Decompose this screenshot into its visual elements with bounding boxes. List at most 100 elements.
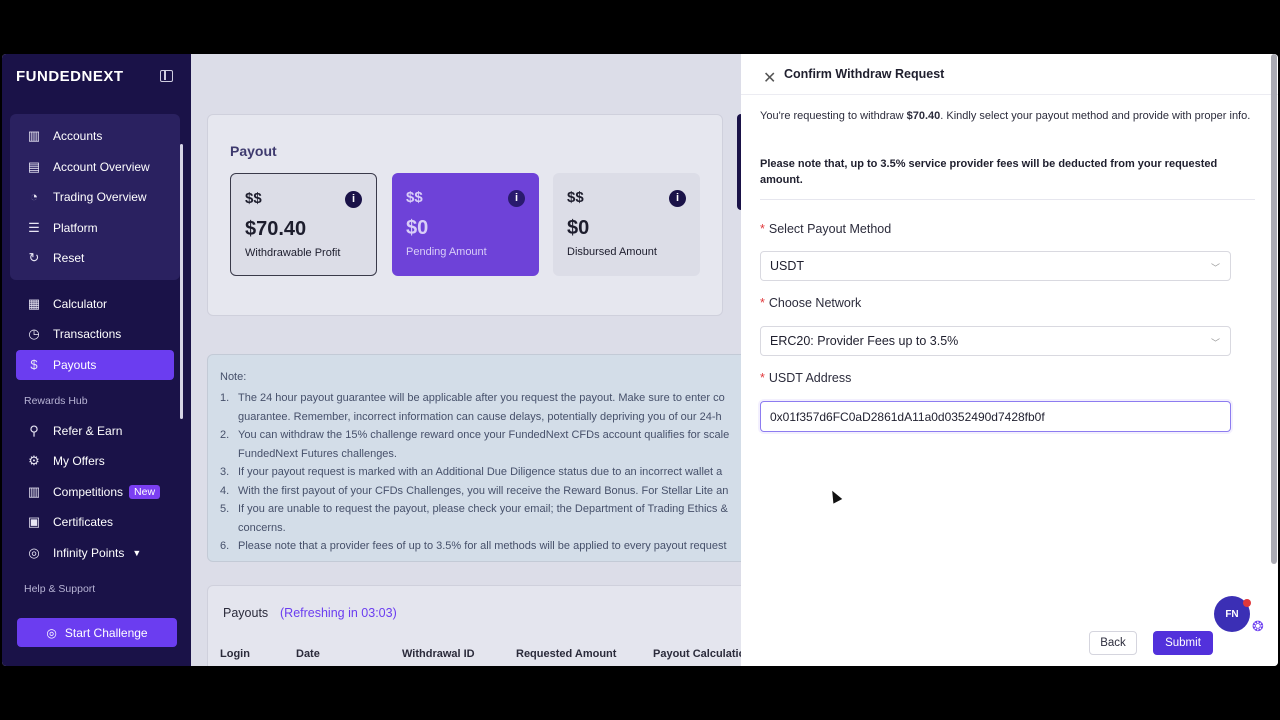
list-item: concerns.	[238, 521, 286, 534]
disbursed-amount-card: $$ i $0 Disbursed Amount	[553, 173, 700, 276]
brain-icon[interactable]: ❂	[1252, 618, 1264, 635]
info-icon[interactable]: i	[345, 191, 362, 208]
sidebar-item-trading-overview[interactable]: ◔ Trading Overview	[16, 182, 174, 212]
certificate-icon: ▣	[27, 514, 41, 529]
stat-amount: $0	[406, 217, 429, 239]
withdraw-drawer: ✕ Confirm Withdraw Request You're reques…	[741, 54, 1278, 666]
start-challenge-button[interactable]: ◎ Start Challenge	[17, 618, 177, 647]
sidebar-item-accounts[interactable]: ▥ Accounts	[16, 121, 174, 151]
note-box: Note: 1. The 24 hour payout guarantee wil…	[207, 354, 747, 562]
list-item: 2. You can withdraw the 15% challenge rew…	[220, 429, 730, 441]
main-content: Payout $$ i $70.40 Withdrawable Profit $…	[191, 54, 747, 666]
info-icon[interactable]: i	[508, 190, 525, 207]
sidebar-item-competitions[interactable]: ▥ Competitions New	[16, 477, 174, 507]
refresh-icon: ↻	[28, 250, 40, 265]
mouse-cursor	[827, 488, 843, 504]
sidebar-item-label: Refer & Earn	[53, 424, 123, 438]
chevron-down-icon: ﹀	[1210, 263, 1220, 273]
fee-warning: Please note that, up to 3.5% service pro…	[760, 158, 1218, 186]
dollar-icon: $	[30, 357, 38, 372]
sidebar-item-refer-earn[interactable]: ⚲ Refer & Earn	[16, 416, 174, 446]
submit-button[interactable]: Submit	[1153, 631, 1213, 655]
list-item: FundedNext Futures challenges.	[238, 447, 397, 460]
payout-method-select[interactable]: USDT ﹀	[760, 251, 1231, 281]
list-item: 3. If your payout request is marked with …	[220, 466, 723, 478]
sidebar-item-reset[interactable]: ↻ Reset	[16, 243, 174, 273]
sidebar-item-label: Payouts	[53, 358, 97, 372]
new-badge: New	[129, 485, 161, 499]
list-item: 1. The 24 hour payout guarantee will be a…	[220, 392, 725, 404]
sidebar: FUNDEDNEXT ▥ Accounts ▤ Account Overview ◔…	[2, 54, 191, 666]
list-item: 4. With the first payout of your CFDs Cha…	[220, 484, 729, 497]
drawer-scrollbar[interactable]	[1271, 54, 1277, 564]
withdraw-amount: $70.40	[906, 110, 941, 122]
usdt-address-input[interactable]	[760, 401, 1231, 432]
app-window: FUNDEDNEXT ▥ Accounts ▤ Account Overview ◔…	[2, 54, 1278, 666]
sidebar-item-infinity-points[interactable]: ◎ Infinity Points ▼	[16, 538, 174, 568]
sidebar-item-label: Accounts	[53, 129, 103, 143]
sidebar-item-my-offers[interactable]: ⚙ My Offers	[16, 446, 174, 476]
history-icon: ◷	[28, 326, 40, 341]
target-icon: ◎	[46, 625, 57, 640]
back-button[interactable]: Back	[1089, 631, 1137, 655]
close-icon[interactable]: ✕	[763, 68, 776, 88]
drawer-title: Confirm Withdraw Request	[784, 67, 945, 81]
column-header[interactable]: Date	[296, 648, 320, 660]
divider	[741, 94, 1278, 95]
sidebar-item-label: Infinity Points	[53, 546, 125, 560]
withdraw-intro: You're requesting to withdraw $70.40. Ki…	[760, 110, 1251, 122]
payout-method-label: * Select Payout Method	[760, 222, 892, 236]
rewards-hub-label: Rewards Hub	[24, 395, 88, 407]
sidebar-item-account-overview[interactable]: ▤ Account Overview	[16, 152, 174, 182]
sidebar-item-label: My Offers	[53, 454, 105, 468]
sidebar-item-label: Trading Overview	[53, 190, 147, 204]
column-header[interactable]: Payout Calculatio	[653, 648, 745, 660]
info-icon[interactable]: i	[669, 190, 686, 207]
chevron-down-icon: ﹀	[1210, 338, 1220, 348]
pie-chart-icon: ◔	[30, 189, 38, 204]
column-header[interactable]: Withdrawal ID	[402, 648, 475, 660]
coins-icon: ◎	[28, 545, 40, 560]
sidebar-item-label: Platform	[53, 221, 98, 235]
network-select[interactable]: ERC20: Provider Fees up to 3.5% ﹀	[760, 326, 1231, 356]
list-item: guarantee. Remember, incorrect informati…	[238, 410, 722, 423]
sidebar-item-label: Account Overview	[53, 160, 150, 174]
stat-amount: $70.40	[245, 218, 307, 240]
notification-dot	[1243, 599, 1251, 607]
sidebar-item-transactions[interactable]: ◷ Transactions	[16, 319, 174, 349]
column-header[interactable]: Requested Amount	[516, 648, 616, 660]
sidebar-item-payouts[interactable]: $ Payouts	[16, 350, 174, 380]
list-item: 5. If you are unable to request the payou…	[220, 503, 728, 515]
bar-chart-icon: ▥	[27, 484, 41, 499]
stat-label: Disbursed Amount	[567, 246, 657, 258]
column-header[interactable]: Login	[220, 648, 250, 660]
sidebar-item-label: Competitions	[53, 485, 124, 499]
sidebar-scrollbar[interactable]	[180, 144, 183, 419]
sidebar-item-label: Transactions	[53, 327, 122, 341]
stat-amount: $0	[567, 217, 590, 239]
payout-card: Payout $$ i $70.40 Withdrawable Profit $…	[207, 114, 723, 316]
bar-chart-icon: ▥	[27, 128, 41, 143]
payout-title: Payout	[230, 143, 277, 159]
sidebar-item-label: Reset	[53, 251, 85, 265]
logo: FUNDEDNEXT	[16, 68, 124, 85]
divider	[760, 199, 1255, 200]
start-challenge-label: Start Challenge	[64, 625, 148, 640]
database-icon: ☰	[28, 220, 40, 235]
stat-label: Pending Amount	[406, 246, 487, 258]
payouts-table-box: Payouts (Refreshing in 03:03) Login Date…	[207, 585, 747, 666]
gear-icon: ⚙	[28, 453, 40, 468]
list-item: 6. Please note that a provider fees of up…	[220, 540, 727, 552]
user-add-icon: ⚲	[29, 423, 39, 438]
payouts-title: Payouts	[223, 606, 269, 620]
sidebar-collapse-icon[interactable]	[160, 70, 173, 82]
note-list: 1. The 24 hour payout guarantee will be a…	[220, 389, 750, 556]
sidebar-item-certificates[interactable]: ▣ Certificates	[16, 507, 174, 537]
coins-icon: $$	[406, 189, 423, 206]
sidebar-item-label: Certificates	[53, 515, 114, 529]
coins-icon: $$	[245, 190, 262, 207]
sidebar-item-calculator[interactable]: ▦ Calculator	[16, 289, 174, 319]
pending-amount-card: $$ i $0 Pending Amount	[392, 173, 539, 276]
usdt-address-label: * USDT Address	[760, 371, 852, 385]
sidebar-item-platform[interactable]: ☰ Platform	[16, 213, 174, 243]
